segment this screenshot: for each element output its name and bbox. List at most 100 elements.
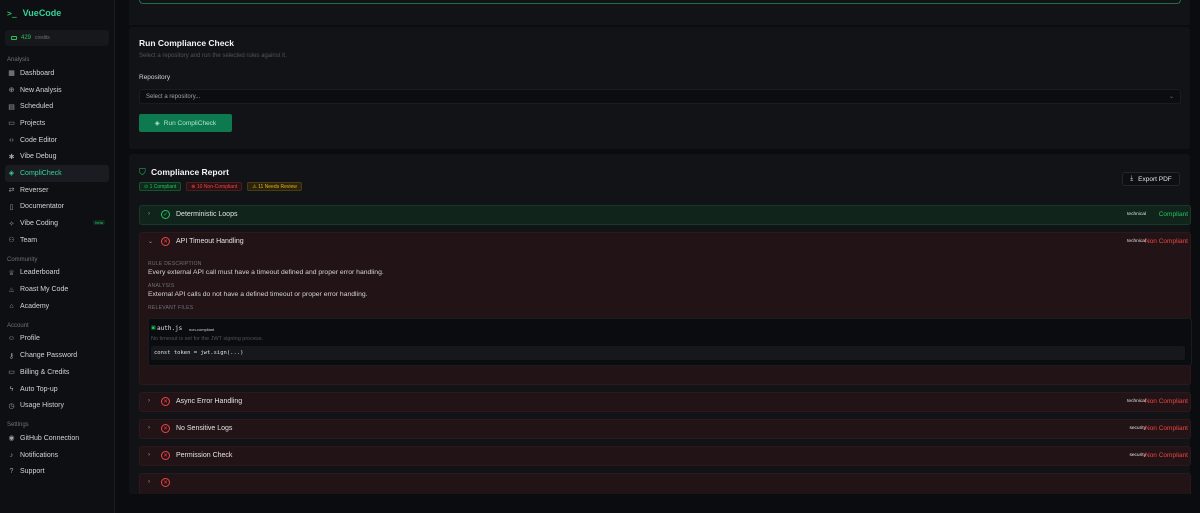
sidebar-item-documentator[interactable]: ▯ Documentator	[5, 199, 109, 216]
run-complicheck-button[interactable]: ◈ Run CompliCheck	[139, 114, 232, 132]
rule-row-expanded[interactable]: ⌄ ✕ API Timeout Handling technical Non C…	[139, 232, 1192, 385]
previous-card	[129, 0, 1190, 25]
chevron-right-icon: ›	[148, 211, 150, 217]
nav-account: ☺ Profile ⚷ Change Password ▭ Billing & Cre…	[5, 331, 109, 414]
sidebar-item-scheduled[interactable]: ▤ Scheduled	[5, 98, 109, 115]
x-circle-icon: ✕	[161, 478, 170, 487]
sidebar-item-label: New Analysis	[20, 86, 62, 94]
rule-description-label: RULE DESCRIPTION	[148, 261, 202, 267]
file-status-badge: non-compliant	[189, 327, 215, 332]
non-compliant-count-badge: ⊗ 10 Non-Compliant	[186, 182, 243, 191]
x-circle-icon: ✕	[161, 451, 170, 460]
shield-check-icon: ◈	[154, 120, 160, 127]
bell-icon: ♪	[9, 451, 14, 459]
run-check-subtitle: Select a repository and run the selected…	[139, 53, 287, 59]
sidebar-item-vibe-debug[interactable]: ✱ Vibe Debug	[5, 148, 109, 165]
repository-select[interactable]: Select a repository... ⌄	[139, 89, 1181, 104]
sidebar-item-leaderboard[interactable]: ♕ Leaderboard	[5, 265, 109, 282]
x-circle-icon: ✕	[161, 237, 170, 246]
rule-name: Deterministic Loops	[176, 211, 238, 218]
export-pdf-button[interactable]: ⤓ Export PDF	[1122, 172, 1180, 186]
code-icon: ‹›	[9, 136, 14, 144]
rule-tag: technical	[1127, 399, 1146, 404]
sidebar-item-notifications[interactable]: ♪ Notifications	[5, 447, 109, 464]
sidebar-item-billing[interactable]: ▭ Billing & Credits	[5, 364, 109, 381]
file-description: No timeout is set for the JWT signing pr…	[151, 336, 264, 342]
rule-row-header[interactable]: › ✕ Permission Check security Non Compli…	[140, 447, 1190, 465]
rule-row-header[interactable]: ⌄ ✕ API Timeout Handling technical Non C…	[140, 233, 1190, 251]
folder-icon: ▭	[8, 120, 15, 128]
chevron-right-icon: ›	[148, 425, 150, 431]
section-title-community: Community	[7, 256, 38, 263]
x-circle-icon: ✕	[161, 397, 170, 406]
sparkle-icon: ✧	[8, 220, 15, 228]
sidebar-item-change-password[interactable]: ⚷ Change Password	[5, 347, 109, 364]
rule-detail: RULE DESCRIPTION Every external API call…	[148, 261, 1192, 366]
sidebar-item-label: Billing & Credits	[20, 368, 70, 376]
trophy-icon: ♕	[8, 269, 15, 277]
run-check-title: Run Compliance Check	[139, 38, 234, 48]
chevron-right-icon: ›	[148, 398, 150, 404]
sidebar-item-label: Usage History	[20, 402, 64, 410]
rule-row[interactable]: › ✓ Deterministic Loops technical Compli…	[139, 205, 1191, 225]
card-icon: ▭	[8, 369, 15, 377]
sidebar-item-label: Leaderboard	[20, 269, 60, 277]
review-count-badge: ⚠ 11 Needs Review	[247, 182, 302, 191]
nav-analysis: ▦ Dashboard ⊕ New Analysis ▤ Scheduled ▭ Pro…	[5, 65, 109, 249]
sidebar-item-github[interactable]: ◉ GitHub Connection	[5, 430, 109, 447]
brand-name: VueCode	[22, 8, 62, 18]
sidebar-item-label: Dashboard	[20, 69, 55, 77]
sidebar-item-complicheck[interactable]: ◈ CompliCheck	[5, 165, 109, 182]
download-icon: ⤓	[1130, 175, 1134, 182]
sidebar-item-label: Projects	[20, 119, 46, 127]
sidebar-item-support[interactable]: ? Support	[5, 463, 109, 480]
sidebar-item-profile[interactable]: ☺ Profile	[5, 331, 109, 348]
reverse-icon: ⇄	[8, 187, 15, 195]
app-root: >_ VueCode 429 credits Analysis ▦ Dashboa…	[0, 0, 1200, 513]
sidebar-item-label: Team	[20, 236, 38, 244]
rule-row[interactable]: › ✕ Async Error Handling technical Non C…	[139, 392, 1191, 412]
sidebar-item-roast-my-code[interactable]: ♨ Roast My Code	[5, 281, 109, 298]
rule-row-header[interactable]: › ✓ Deterministic Loops technical Compli…	[140, 206, 1190, 224]
sidebar-item-label: GitHub Connection	[20, 434, 80, 442]
export-pdf-label: Export PDF	[1138, 175, 1172, 183]
sidebar-item-label: Reverser	[20, 186, 49, 194]
relevant-files-label: RELEVANT FILES	[148, 305, 194, 311]
sidebar-item-code-editor[interactable]: ‹› Code Editor	[5, 132, 109, 149]
sidebar-item-vibe-coding[interactable]: ✧ Vibe Coding beta	[5, 215, 109, 232]
rule-row-header[interactable]: › ✕	[140, 474, 1190, 492]
sidebar-item-label: Support	[20, 468, 45, 476]
calendar-icon: ▤	[8, 103, 15, 111]
flame-icon: ♨	[8, 286, 15, 294]
sidebar-item-label: Auto Top-up	[20, 385, 58, 393]
sidebar-item-usage-history[interactable]: ◷ Usage History	[5, 397, 109, 414]
rule-name: Async Error Handling	[176, 398, 243, 405]
credits-badge[interactable]: 429 credits	[5, 30, 109, 46]
sidebar-item-new-analysis[interactable]: ⊕ New Analysis	[5, 82, 109, 99]
sidebar-item-team[interactable]: ⚇ Team	[5, 232, 109, 249]
rule-row-header[interactable]: › ✕ No Sensitive Logs security Non Compl…	[140, 420, 1190, 438]
grid-icon: ▦	[8, 70, 15, 78]
sidebar-item-auto-topup[interactable]: ϟ Auto Top-up	[5, 381, 109, 398]
sidebar-item-dashboard[interactable]: ▦ Dashboard	[5, 65, 109, 82]
sidebar-item-projects[interactable]: ▭ Projects	[5, 115, 109, 132]
key-icon: ⚷	[8, 352, 15, 360]
sidebar-item-label: Code Editor	[20, 136, 57, 144]
zap-icon: ϟ	[9, 385, 14, 393]
help-icon: ?	[9, 468, 14, 476]
chevron-right-icon: ›	[148, 452, 150, 458]
rule-row[interactable]: › ✕ No Sensitive Logs security Non Compl…	[139, 419, 1191, 439]
section-title-account: Account	[7, 322, 29, 329]
brand-logo[interactable]: >_ VueCode	[5, 6, 109, 20]
rule-name: API Timeout Handling	[176, 238, 244, 245]
sidebar-item-academy[interactable]: ⌂ Academy	[5, 298, 109, 315]
rule-row[interactable]: › ✕ Permission Check security Non Compli…	[139, 446, 1191, 466]
sidebar-item-reverser[interactable]: ⇄ Reverser	[5, 182, 109, 199]
rule-row-partial[interactable]: › ✕	[139, 473, 1191, 494]
rule-row-header[interactable]: › ✕ Async Error Handling technical Non C…	[140, 393, 1190, 411]
sidebar-item-label: Change Password	[20, 352, 78, 360]
file-name[interactable]: auth.js	[157, 325, 182, 332]
section-title-settings: Settings	[7, 422, 29, 429]
sidebar-item-label: Scheduled	[20, 103, 54, 111]
rule-tag: security	[1129, 426, 1146, 431]
